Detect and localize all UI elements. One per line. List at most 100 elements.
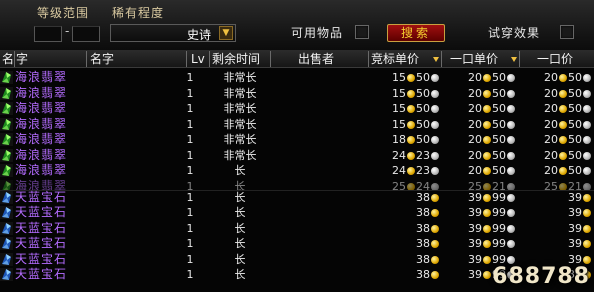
- buyout-price: 39: [568, 190, 592, 205]
- auction-row[interactable]: 海浪翡翠 1 长 25 24 25 21 25 21: [0, 179, 594, 190]
- column-name[interactable]: 名字: [90, 50, 114, 68]
- silver-amount: 50: [492, 86, 506, 100]
- gold-amount: 25: [468, 179, 482, 190]
- item-name[interactable]: 海浪翡翠: [15, 148, 67, 163]
- time-left: 长: [234, 206, 246, 219]
- buyout-unit-price: 20 50: [468, 148, 516, 163]
- column-name-short[interactable]: 名: [2, 50, 14, 68]
- auction-row[interactable]: 海浪翡翠 1 非常长 15 50 20 50 20 50: [0, 117, 594, 133]
- gold-amount: 38: [416, 268, 430, 281]
- auction-row[interactable]: 海浪翡翠 1 非常长 24 23 20 50 20 50: [0, 148, 594, 164]
- column-divider: [441, 51, 442, 67]
- gold-amount: 38: [416, 221, 430, 235]
- item-name[interactable]: 海浪翡翠: [15, 163, 67, 178]
- buyout-unit-price: 20 50: [468, 163, 516, 178]
- column-seller[interactable]: 出售者: [298, 50, 334, 68]
- auction-row[interactable]: 海浪翡翠 1 长 24 23 20 50 20 50: [0, 163, 594, 179]
- auction-row[interactable]: 天蓝宝石 1 长 38 39 99 39: [0, 205, 594, 221]
- bid-price: 15 50: [392, 117, 440, 132]
- silver-amount: 50: [416, 117, 430, 131]
- buyout-unit-price: 25 21: [468, 179, 516, 190]
- gold-coin-icon: [559, 167, 567, 175]
- usable-items-checkbox[interactable]: [355, 25, 369, 39]
- sort-arrow-icon: [511, 57, 517, 62]
- item-name[interactable]: 海浪翡翠: [15, 86, 67, 101]
- silver-amount: 50: [492, 102, 506, 115]
- item-name[interactable]: 天蓝宝石: [15, 221, 67, 236]
- auction-row[interactable]: 天蓝宝石 1 长 38 39 99 39: [0, 221, 594, 237]
- gold-coin-icon: [559, 136, 567, 144]
- item-name[interactable]: 海浪翡翠: [15, 101, 67, 116]
- time-left: 非常长: [223, 86, 257, 100]
- item-name[interactable]: 海浪翡翠: [15, 117, 67, 132]
- item-name[interactable]: 海浪翡翠: [15, 179, 67, 190]
- item-level: 1: [186, 148, 194, 162]
- silver-coin-icon: [583, 74, 591, 82]
- gold-amount: 38: [416, 237, 430, 250]
- gold-coin-icon: [483, 271, 491, 279]
- gold-coin-icon: [483, 136, 491, 144]
- bid-price: 38: [416, 221, 440, 236]
- gold-amount: 39: [468, 252, 482, 266]
- buyout-unit-price: 39 99: [468, 205, 516, 220]
- gold-amount: 39: [468, 206, 482, 219]
- chevron-down-icon[interactable]: ▼: [219, 26, 233, 40]
- item-name[interactable]: 海浪翡翠: [15, 132, 67, 147]
- auction-row[interactable]: 海浪翡翠 1 非常长 15 50 20 50 20 50: [0, 70, 594, 86]
- gold-coin-icon: [483, 209, 491, 217]
- level-min-input[interactable]: [34, 26, 62, 42]
- rarity-dropdown[interactable]: 史诗 ▼: [110, 24, 236, 42]
- silver-coin-icon: [431, 105, 439, 113]
- gold-coin-icon: [483, 105, 491, 113]
- column-header: 名 字 名字 Lv 剩余时间 出售者 竞标单价 一口单价 一口价: [0, 50, 594, 68]
- gold-amount: 39: [568, 190, 582, 204]
- item-level: 1: [186, 133, 194, 146]
- item-name[interactable]: 天蓝宝石: [15, 236, 67, 251]
- item-name[interactable]: 天蓝宝石: [15, 267, 67, 282]
- silver-coin-icon: [431, 120, 439, 129]
- gold-coin-icon: [583, 209, 591, 217]
- gold-amount: 39: [568, 206, 582, 219]
- auction-row[interactable]: 海浪翡翠 1 非常长 18 50 20 50 20 50: [0, 132, 594, 148]
- rarity-label: 稀有程度: [112, 6, 165, 20]
- silver-coin-icon: [507, 193, 515, 202]
- try-on-checkbox[interactable]: [560, 25, 574, 39]
- gold-coin-icon: [431, 209, 439, 217]
- emerald-gem-icon: [0, 71, 13, 84]
- item-name[interactable]: 海浪翡翠: [15, 70, 67, 85]
- auction-results-list: 海浪翡翠 1 非常长 15 50 20 50 20 50 海浪翡翠 1 非常长 15 50 20 50 20 50…: [0, 70, 594, 283]
- bid-price: 18 50: [392, 132, 440, 147]
- item-level: 1: [186, 102, 194, 115]
- search-button[interactable]: 搜索: [387, 24, 445, 42]
- item-name[interactable]: 天蓝宝石: [15, 252, 67, 267]
- column-time-left[interactable]: 剩余时间: [212, 50, 260, 68]
- gold-coin-icon: [483, 182, 491, 190]
- gold-coin-icon: [407, 89, 415, 98]
- column-bid-price[interactable]: 竞标单价: [371, 50, 419, 68]
- item-name[interactable]: 天蓝宝石: [15, 205, 67, 220]
- emerald-gem-icon: [0, 179, 13, 190]
- time-left: 非常长: [223, 117, 257, 131]
- gold-amount: 38: [416, 190, 430, 204]
- column-buyout-unit[interactable]: 一口单价: [450, 50, 498, 68]
- level-max-input[interactable]: [72, 26, 100, 42]
- gold-amount: 20: [544, 133, 558, 146]
- gold-amount: 38: [416, 252, 430, 266]
- try-on-label: 试穿效果: [488, 26, 541, 40]
- column-name-short2[interactable]: 字: [16, 50, 28, 68]
- silver-amount: 50: [416, 102, 430, 115]
- auction-row[interactable]: 海浪翡翠 1 非常长 15 50 20 50 20 50: [0, 86, 594, 102]
- gold-amount: 20: [468, 133, 482, 146]
- item-name[interactable]: 天蓝宝石: [15, 190, 67, 205]
- silver-coin-icon: [507, 182, 515, 190]
- gold-amount: 15: [392, 102, 406, 115]
- silver-coin-icon: [583, 151, 591, 160]
- auction-row[interactable]: 天蓝宝石 1 长 38 39 99 39: [0, 189, 594, 206]
- column-lv[interactable]: Lv: [191, 50, 205, 68]
- auction-row[interactable]: 天蓝宝石 1 长 38 39 99 39: [0, 236, 594, 252]
- time-left: 非常长: [223, 133, 257, 146]
- auction-row[interactable]: 海浪翡翠 1 非常长 15 50 20 50 20 50: [0, 101, 594, 117]
- silver-amount: 50: [568, 71, 582, 84]
- column-divider: [209, 51, 210, 67]
- column-buyout[interactable]: 一口价: [537, 50, 573, 68]
